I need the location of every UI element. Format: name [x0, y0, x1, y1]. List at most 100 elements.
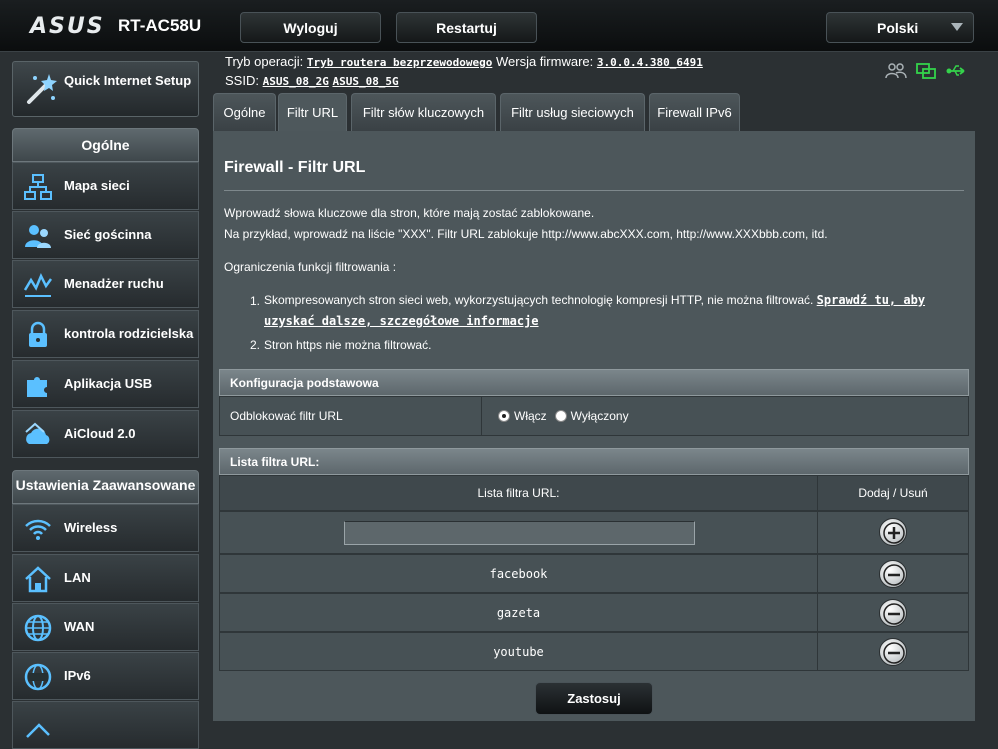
url-entry: gazeta: [220, 594, 818, 631]
clients-icon[interactable]: [885, 62, 907, 80]
enable-url-filter-row: Odblokować filtr URL Włącz Wyłączony: [219, 396, 969, 436]
globe-icon: [24, 614, 52, 642]
asus-logo: ASUS: [30, 12, 105, 40]
table-row: gazeta: [219, 593, 969, 632]
aicloud-icon: [25, 422, 50, 444]
table-row: youtube: [219, 632, 969, 671]
note-1-number: 1.: [250, 294, 261, 308]
note-1-continued: uzyskać dalsze, szczegółowe informacje: [264, 314, 539, 328]
note-1-text: Skompresowanych stron sieci web, wykorzy…: [264, 293, 814, 307]
table-row: facebook: [219, 554, 969, 593]
column-add-remove: Dodaj / Usuń: [858, 486, 928, 500]
radio-enable-label: Włącz: [514, 409, 547, 423]
sidebar-item-next[interactable]: [12, 701, 199, 749]
tab-ipv6-firewall[interactable]: Firewall IPv6: [649, 93, 740, 131]
chevron-down-icon: [951, 23, 963, 31]
sidebar-item-label: Wireless: [64, 520, 118, 535]
home-icon: [25, 566, 51, 593]
logout-button[interactable]: Wyloguj: [240, 12, 381, 43]
note-2-number: 2.: [250, 338, 261, 352]
apply-button[interactable]: Zastosuj: [535, 682, 653, 715]
sidebar-item-label: Aplikacja USB: [64, 376, 153, 391]
note-1-link-part-2[interactable]: uzyskać dalsze, szczegółowe informacje: [264, 314, 539, 328]
tab-url-filter[interactable]: Filtr URL: [278, 93, 347, 131]
sidebar-item-ipv6[interactable]: IPv6: [12, 652, 199, 700]
firmware-link[interactable]: 3.0.0.4.380_6491: [597, 56, 703, 69]
tab-network-service-filter[interactable]: Filtr usług sieciowych: [500, 93, 645, 131]
sidebar-item-guest-network[interactable]: Sieć gościnna: [12, 211, 199, 259]
tab-general[interactable]: Ogólne: [213, 93, 276, 131]
sidebar-item-network-map[interactable]: Mapa sieci: [12, 162, 199, 210]
sidebar-item-label: IPv6: [64, 668, 91, 683]
minus-icon: [883, 564, 905, 586]
add-url-button[interactable]: [879, 518, 907, 546]
sidebar-item-label: AiCloud 2.0: [64, 426, 136, 441]
sidebar-item-traffic-manager[interactable]: Menadżer ruchu: [12, 260, 199, 308]
sidebar-item-label: WAN: [64, 619, 95, 634]
router-model: RT-AC58U: [118, 16, 202, 35]
sidebar-item-usb-application[interactable]: Aplikacja USB: [12, 360, 199, 408]
enable-url-filter-options: Włącz Wyłączony: [498, 397, 629, 435]
quick-internet-setup-button[interactable]: Quick Internet Setup: [12, 61, 199, 117]
remove-url-button[interactable]: [879, 599, 907, 627]
note-1: Skompresowanych stron sieci web, wykorzy…: [264, 293, 925, 307]
plus-icon: [883, 522, 905, 544]
url-entry: youtube: [220, 633, 818, 670]
language-select[interactable]: Polski: [826, 12, 974, 43]
sidebar-item-label: Mapa sieci: [64, 178, 130, 193]
limits-title: Ograniczenia funkcji filtrowania :: [224, 260, 397, 274]
internet-status-icon[interactable]: [915, 62, 937, 80]
url-entry: facebook: [220, 555, 818, 592]
description-line-1: Wprowadź słowa kluczowe dla stron, które…: [224, 206, 595, 220]
radio-enable[interactable]: [498, 410, 510, 422]
title-divider: [224, 190, 964, 191]
sidebar-section-advanced: Ustawienia Zaawansowane: [12, 470, 199, 504]
operation-status: Tryb operacji: Tryb routera bezprzewodow…: [225, 54, 703, 69]
ssid-2g-link[interactable]: ASUS_08_2G: [263, 75, 329, 88]
usb-status-icon[interactable]: [945, 62, 967, 80]
operation-mode-link[interactable]: Tryb routera bezprzewodowego: [307, 56, 492, 69]
parental-control-icon: [29, 321, 47, 347]
ssid-5g-link[interactable]: ASUS_08_5G: [332, 75, 398, 88]
ipv6-globe-icon: [24, 663, 52, 691]
tab-keyword-filter[interactable]: Filtr słów kluczowych: [351, 93, 496, 131]
url-add-row: [219, 511, 969, 554]
usb-application-icon: [27, 377, 47, 397]
minus-icon: [883, 603, 905, 625]
sidebar-item-lan[interactable]: LAN: [12, 554, 199, 602]
basic-config-header: Konfiguracja podstawowa: [219, 369, 969, 396]
network-map-icon: [24, 174, 52, 200]
url-list-column-headers: Lista filtra URL: Dodaj / Usuń: [219, 475, 969, 511]
column-url: Lista filtra URL:: [220, 476, 818, 510]
sidebar-item-wireless[interactable]: Wireless: [12, 504, 199, 552]
minus-icon: [883, 642, 905, 664]
traffic-manager-icon: [23, 272, 53, 297]
sidebar-item-wan[interactable]: WAN: [12, 603, 199, 651]
sidebar-item-label: Menadżer ruchu: [64, 276, 164, 291]
description-line-2: Na przykład, wprowadź na liście "XXX". F…: [224, 227, 828, 241]
remove-url-button[interactable]: [879, 560, 907, 588]
wireless-icon: [25, 519, 51, 540]
status-icons: [885, 62, 967, 82]
note-1-link-part-1[interactable]: Sprawdź tu, aby: [817, 293, 925, 307]
note-2-text: Stron https nie można filtrować.: [264, 338, 432, 352]
main-panel: Firewall - Filtr URL Wprowadź słowa kluc…: [213, 131, 975, 721]
ssid-label: SSID:: [225, 73, 259, 88]
restart-button[interactable]: Restartuj: [396, 12, 537, 43]
sidebar-item-label: LAN: [64, 570, 91, 585]
url-input[interactable]: [344, 521, 695, 545]
firmware-label: Wersja firmware:: [495, 54, 594, 69]
language-value: Polski: [877, 19, 919, 36]
guest-network-icon: [25, 225, 51, 248]
top-bar: ASUS RT-AC58U Wyloguj Restartuj Polski: [0, 0, 998, 52]
operation-mode-label: Tryb operacji:: [225, 54, 304, 69]
quick-setup-label: Quick Internet Setup: [64, 73, 192, 88]
sidebar-item-parental-control[interactable]: kontrola rodzicielska: [12, 310, 199, 358]
brand-name: ASUS: [30, 13, 105, 39]
remove-url-button[interactable]: [879, 638, 907, 666]
ssid-status: SSID: ASUS_08_2G ASUS_08_5G: [225, 73, 399, 88]
sidebar-item-aicloud[interactable]: AiCloud 2.0: [12, 410, 199, 458]
sidebar-section-general: Ogólne: [12, 128, 199, 162]
radio-disable[interactable]: [554, 410, 567, 422]
radio-disable-label: Wyłączony: [570, 409, 629, 423]
